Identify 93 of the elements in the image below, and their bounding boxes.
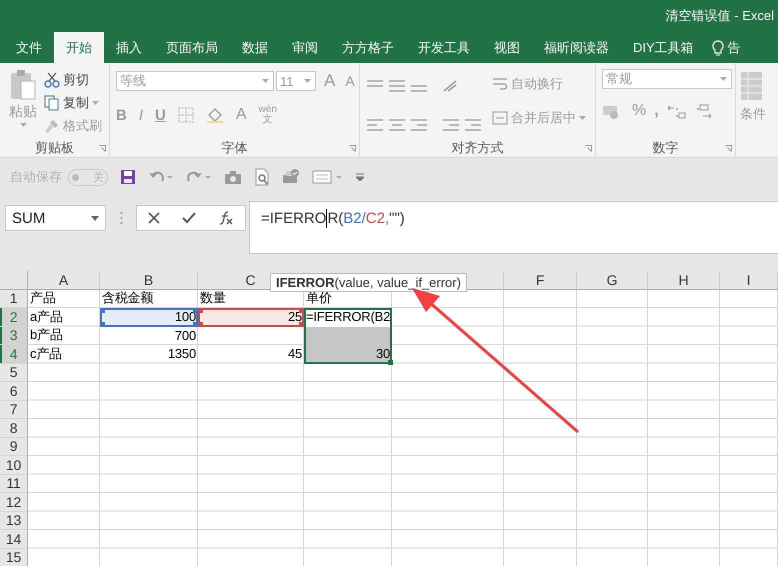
confirm-icon[interactable] bbox=[182, 212, 196, 224]
formula-input[interactable]: =IFERROR(B2/C2,"") bbox=[249, 201, 778, 254]
lightbulb-icon[interactable] bbox=[712, 40, 724, 56]
group-label: 剪贴板 bbox=[35, 138, 74, 156]
table-cell[interactable]: 产品 bbox=[28, 290, 100, 308]
table-cell[interactable]: 1350 bbox=[100, 345, 198, 364]
column-header[interactable]: H bbox=[648, 271, 720, 290]
row-header[interactable]: 6 bbox=[0, 382, 28, 400]
ribbon-tab[interactable]: 开发工具 bbox=[406, 32, 482, 63]
table-cell[interactable]: 45 bbox=[198, 345, 304, 364]
table-cell[interactable]: 单价 bbox=[304, 290, 392, 308]
row-header[interactable]: 10 bbox=[0, 456, 28, 474]
function-tooltip: IFERROR(value, value_if_error) bbox=[270, 273, 467, 292]
copy-button[interactable]: 复制 bbox=[44, 92, 102, 114]
row-header[interactable]: 9 bbox=[0, 438, 28, 456]
insert-function-icon[interactable] bbox=[218, 211, 234, 225]
ribbon-tab[interactable]: 审阅 bbox=[280, 32, 330, 63]
table-cell[interactable] bbox=[304, 326, 392, 345]
cancel-icon[interactable] bbox=[148, 212, 160, 224]
row-header[interactable]: 7 bbox=[0, 400, 28, 419]
group-label: 对齐方式 bbox=[452, 138, 504, 156]
ribbon-tab[interactable]: 插入 bbox=[104, 32, 154, 63]
merge-cells-icon bbox=[492, 110, 508, 126]
wrap-text-icon bbox=[492, 76, 508, 92]
table-cell[interactable]: 700 bbox=[100, 326, 198, 345]
scissors-icon bbox=[44, 72, 60, 88]
align-right-icon[interactable] bbox=[410, 118, 428, 132]
row-header[interactable]: 2 bbox=[0, 308, 28, 326]
name-box[interactable]: SUM bbox=[5, 205, 106, 231]
align-left-icon[interactable] bbox=[366, 118, 384, 132]
increase-decimal-icon[interactable] bbox=[666, 103, 687, 119]
column-header[interactable]: A bbox=[28, 271, 100, 290]
conditional-format-icon[interactable] bbox=[740, 71, 762, 101]
row-header[interactable]: 15 bbox=[0, 548, 28, 566]
row-header[interactable]: 1 bbox=[0, 290, 28, 308]
dialog-launcher-icon[interactable] bbox=[585, 145, 592, 152]
column-header[interactable]: F bbox=[504, 271, 577, 290]
ribbon-tab[interactable]: 文件 bbox=[4, 32, 54, 63]
row-header[interactable]: 3 bbox=[0, 326, 28, 345]
dialog-launcher-icon[interactable] bbox=[99, 145, 106, 152]
column-header[interactable]: B bbox=[100, 271, 198, 290]
copy-icon bbox=[44, 95, 60, 111]
dropdown-icon[interactable] bbox=[91, 216, 99, 220]
camera-icon[interactable] bbox=[224, 170, 242, 184]
row-header[interactable]: 5 bbox=[0, 364, 28, 382]
table-cell[interactable]: 100 bbox=[100, 308, 198, 326]
row-header[interactable]: 11 bbox=[0, 474, 28, 493]
ribbon-tab[interactable]: 福昕阅读器 bbox=[532, 32, 621, 63]
dialog-launcher-icon[interactable] bbox=[349, 145, 356, 152]
row-header[interactable]: 4 bbox=[0, 345, 28, 364]
ribbon-tab[interactable]: 方方格子 bbox=[330, 32, 406, 63]
row-header[interactable]: 13 bbox=[0, 512, 28, 530]
clipboard-icon bbox=[9, 69, 37, 101]
cut-button[interactable]: 剪切 bbox=[44, 69, 102, 91]
table-cell[interactable]: 数量 bbox=[198, 290, 304, 308]
decrease-indent-icon[interactable] bbox=[442, 118, 460, 132]
ribbon-tab[interactable]: 告 bbox=[724, 32, 741, 63]
ribbon-tab[interactable]: 数据 bbox=[230, 32, 280, 63]
table-cell[interactable]: 含税金额 bbox=[100, 290, 198, 308]
align-center-icon[interactable] bbox=[388, 118, 406, 132]
column-header[interactable]: I bbox=[720, 271, 778, 290]
group-label: 数字 bbox=[652, 138, 678, 156]
table-cell[interactable]: 25 bbox=[198, 308, 304, 326]
row-header[interactable]: 12 bbox=[0, 493, 28, 512]
select-all-button[interactable] bbox=[0, 271, 28, 290]
align-middle-icon[interactable] bbox=[388, 78, 406, 93]
table-cell[interactable]: a产品 bbox=[28, 308, 100, 326]
table-cell[interactable]: c产品 bbox=[28, 345, 100, 364]
table-cell[interactable]: 30 bbox=[304, 345, 392, 364]
ribbon-tab[interactable]: DIY工具箱 bbox=[621, 32, 706, 63]
table-cell[interactable]: =IFERROR(B2 bbox=[304, 308, 392, 326]
row-header[interactable]: 14 bbox=[0, 530, 28, 548]
row-header[interactable]: 8 bbox=[0, 419, 28, 438]
name-box-text: SUM bbox=[12, 210, 46, 226]
paint-bucket-icon[interactable] bbox=[206, 107, 224, 123]
column-header[interactable]: G bbox=[577, 271, 648, 290]
print-preview-icon[interactable] bbox=[254, 168, 270, 186]
ribbon-tab[interactable]: 视图 bbox=[482, 32, 532, 63]
save-icon[interactable] bbox=[120, 169, 136, 185]
table-cell[interactable]: b产品 bbox=[28, 326, 100, 345]
brush-icon bbox=[44, 118, 60, 134]
dialog-launcher-icon[interactable] bbox=[725, 145, 732, 152]
ribbon-tab[interactable]: 页面布局 bbox=[154, 32, 230, 63]
form-icon[interactable] bbox=[312, 170, 344, 184]
printer-check-icon[interactable] bbox=[282, 168, 300, 186]
group-label: 字体 bbox=[222, 138, 248, 156]
window-title: 清空错误值 - Excel bbox=[666, 7, 774, 25]
increase-indent-icon[interactable] bbox=[464, 118, 482, 132]
ribbon-tab[interactable]: 开始 bbox=[54, 32, 104, 63]
grip-icon bbox=[120, 211, 123, 225]
formula-text: =IFERROR(B2/C2,"") bbox=[261, 209, 405, 228]
customize-toolbar-icon[interactable] bbox=[356, 173, 364, 181]
border-icon[interactable] bbox=[178, 107, 194, 123]
